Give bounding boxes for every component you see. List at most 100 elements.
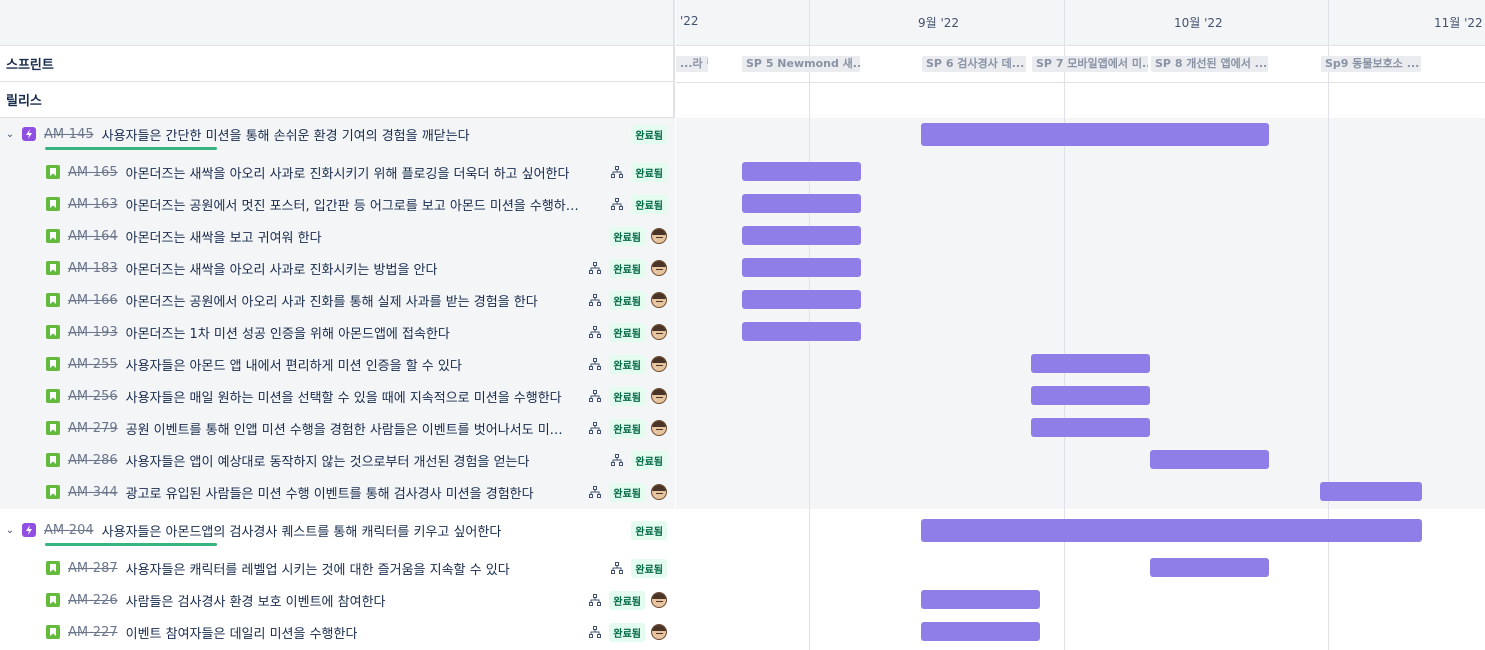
status-badge[interactable]: 완료됨 — [631, 450, 667, 470]
status-badge[interactable]: 완료됨 — [631, 520, 667, 540]
child-issues-icon[interactable] — [587, 356, 603, 372]
status-badge[interactable]: 완료됨 — [631, 194, 667, 214]
story-summary[interactable]: 사용자들은 앱이 예상대로 동작하지 않는 것으로부터 개선된 경험을 얻는다 — [126, 451, 530, 470]
epic-summary[interactable]: 사용자들은 아몬드앱의 검사경사 퀘스트를 통해 캐릭터를 키우고 싶어한다 — [102, 521, 502, 540]
sprint-chip-9[interactable]: Sp9 동물보호소 ... — [1321, 56, 1421, 72]
status-badge[interactable]: 완료됨 — [609, 482, 645, 502]
story-summary[interactable]: 사용자들은 캐릭터를 레벨업 시키는 것에 대한 즐거움을 지속할 수 있다 — [126, 559, 510, 578]
sprint-chip-6[interactable]: SP 6 검사경사 데... — [922, 56, 1026, 72]
sprint-chip-7[interactable]: SP 7 모바일앱에서 미... — [1032, 56, 1148, 72]
story-key[interactable]: AM-286 — [68, 453, 118, 468]
assignee-avatar[interactable] — [651, 324, 667, 340]
child-issues-icon[interactable] — [587, 592, 603, 608]
assignee-avatar[interactable] — [651, 420, 667, 436]
child-issues-icon[interactable] — [609, 196, 625, 212]
epic-key[interactable]: AM-204 — [44, 523, 94, 538]
story-timeline-bar[interactable] — [1031, 354, 1150, 373]
story-key[interactable]: AM-287 — [68, 561, 118, 576]
status-badge[interactable]: 완료됨 — [609, 622, 645, 642]
story-key[interactable]: AM-165 — [68, 165, 118, 180]
epic-timeline-bar[interactable] — [921, 519, 1422, 542]
child-issues-icon[interactable] — [587, 388, 603, 404]
story-timeline-bar[interactable] — [742, 290, 861, 309]
epic-row[interactable]: ⌄ AM-145 사용자들은 간단한 미션을 통해 손쉬운 환경 기여의 경험을 깨… — [0, 118, 675, 150]
story-timeline-bar[interactable] — [742, 258, 861, 277]
story-timeline-bar[interactable] — [1150, 450, 1269, 469]
epic-timeline-bar[interactable] — [921, 123, 1269, 146]
status-badge[interactable]: 완료됨 — [609, 322, 645, 342]
story-key[interactable]: AM-226 — [68, 593, 118, 608]
status-badge[interactable]: 완료됨 — [609, 590, 645, 610]
story-summary[interactable]: 사용자들은 아몬드 앱 내에서 편리하게 미션 인증을 할 수 있다 — [126, 355, 462, 374]
story-key[interactable]: AM-183 — [68, 261, 118, 276]
story-timeline-bar[interactable] — [742, 162, 861, 181]
story-key[interactable]: AM-163 — [68, 197, 118, 212]
story-row[interactable]: AM-193 아몬더즈는 1차 미션 성공 인증을 위해 아몬드앱에 접속한다 완료… — [0, 316, 675, 348]
assignee-avatar[interactable] — [651, 228, 667, 244]
story-summary[interactable]: 아몬더즈는 새싹을 보고 귀여워 한다 — [126, 227, 322, 246]
status-badge[interactable]: 완료됨 — [609, 226, 645, 246]
story-row[interactable]: AM-163 아몬더즈는 공원에서 멋진 포스터, 입간판 등 어그로를 보고 아… — [0, 188, 675, 220]
story-key[interactable]: AM-166 — [68, 293, 118, 308]
story-key[interactable]: AM-256 — [68, 389, 118, 404]
assignee-avatar[interactable] — [651, 592, 667, 608]
story-key[interactable]: AM-255 — [68, 357, 118, 372]
story-row[interactable]: AM-279 공원 이벤트를 통해 인앱 미션 수행을 경험한 사람들은 이벤트를… — [0, 412, 675, 444]
child-issues-icon[interactable] — [587, 624, 603, 640]
story-timeline-bar[interactable] — [742, 226, 861, 245]
story-row[interactable]: AM-226 사람들은 검사경사 환경 보호 이벤트에 참여한다 완료됨 — [0, 584, 675, 616]
story-timeline-bar[interactable] — [742, 194, 861, 213]
story-row[interactable]: AM-287 사용자들은 캐릭터를 레벨업 시키는 것에 대한 즐거움을 지속할 … — [0, 552, 675, 584]
story-row[interactable]: AM-344 광고로 유입된 사람들은 미션 수행 이벤트를 통해 검사경사 미션… — [0, 476, 675, 508]
story-row[interactable]: AM-227 이벤트 참여자들은 데일리 미션을 수행한다 완료됨 — [0, 616, 675, 648]
story-timeline-bar[interactable] — [1150, 558, 1269, 577]
epic-summary[interactable]: 사용자들은 간단한 미션을 통해 손쉬운 환경 기여의 경험을 깨닫는다 — [102, 125, 470, 144]
timeline-pane[interactable]: '22 9월 '22 10월 '22 11월 '22 ...라 링... SP … — [676, 0, 1485, 650]
story-row[interactable]: AM-166 아몬더즈는 공원에서 아오리 사과 진화를 통해 실제 사과를 받는… — [0, 284, 675, 316]
chevron-down-icon[interactable]: ⌄ — [4, 128, 16, 140]
assignee-avatar[interactable] — [651, 484, 667, 500]
status-badge[interactable]: 완료됨 — [631, 124, 667, 144]
story-row[interactable]: AM-256 사용자들은 매일 원하는 미션을 선택할 수 있을 때에 지속적으로… — [0, 380, 675, 412]
story-timeline-bar[interactable] — [742, 322, 861, 341]
story-timeline-bar[interactable] — [921, 590, 1040, 609]
status-badge[interactable]: 완료됨 — [609, 354, 645, 374]
epic-row[interactable]: ⌄ AM-204 사용자들은 아몬드앱의 검사경사 퀘스트를 통해 캐릭터를 키우고… — [0, 514, 675, 546]
story-summary[interactable]: 아몬더즈는 공원에서 아오리 사과 진화를 통해 실제 사과를 받는 경험을 한… — [126, 291, 538, 310]
child-issues-icon[interactable] — [609, 164, 625, 180]
story-row[interactable]: AM-165 아몬더즈는 새싹을 아오리 사과로 진화시키기 위해 플로깅을 더욱… — [0, 156, 675, 188]
story-summary[interactable]: 아몬더즈는 새싹을 아오리 사과로 진화시키는 방법을 안다 — [126, 259, 438, 278]
assignee-avatar[interactable] — [651, 388, 667, 404]
child-issues-icon[interactable] — [587, 420, 603, 436]
story-key[interactable]: AM-279 — [68, 421, 118, 436]
child-issues-icon[interactable] — [587, 292, 603, 308]
story-timeline-bar[interactable] — [1320, 482, 1422, 501]
status-badge[interactable]: 완료됨 — [609, 258, 645, 278]
story-key[interactable]: AM-227 — [68, 625, 118, 640]
child-issues-icon[interactable] — [587, 484, 603, 500]
sprint-chip-5[interactable]: SP 5 Newmond 새... — [742, 56, 860, 72]
story-summary[interactable]: 이벤트 참여자들은 데일리 미션을 수행한다 — [126, 623, 358, 642]
assignee-avatar[interactable] — [651, 260, 667, 276]
story-timeline-bar[interactable] — [1031, 386, 1150, 405]
story-row[interactable]: AM-164 아몬더즈는 새싹을 보고 귀여워 한다 완료됨 — [0, 220, 675, 252]
status-badge[interactable]: 완료됨 — [609, 418, 645, 438]
story-summary[interactable]: 사람들은 검사경사 환경 보호 이벤트에 참여한다 — [126, 591, 386, 610]
story-summary[interactable]: 아몬더즈는 새싹을 아오리 사과로 진화시키기 위해 플로깅을 더욱더 하고 싶… — [126, 163, 570, 182]
sprint-chip-4[interactable]: ...라 링... — [676, 56, 708, 72]
story-summary[interactable]: 공원 이벤트를 통해 인앱 미션 수행을 경험한 사람들은 이벤트를 벗어나서도… — [126, 419, 569, 438]
story-summary[interactable]: 아몬더즈는 공원에서 멋진 포스터, 입간판 등 어그로를 보고 아몬드 미션을… — [126, 195, 591, 214]
status-badge[interactable]: 완료됨 — [609, 290, 645, 310]
story-key[interactable]: AM-344 — [68, 485, 118, 500]
assignee-avatar[interactable] — [651, 292, 667, 308]
story-summary[interactable]: 아몬더즈는 1차 미션 성공 인증을 위해 아몬드앱에 접속한다 — [126, 323, 450, 342]
story-timeline-bar[interactable] — [1031, 418, 1150, 437]
assignee-avatar[interactable] — [651, 356, 667, 372]
status-badge[interactable]: 완료됨 — [631, 162, 667, 182]
sprint-chip-8[interactable]: SP 8 개선된 앱에서 ... — [1151, 56, 1268, 72]
epic-key[interactable]: AM-145 — [44, 127, 94, 142]
status-badge[interactable]: 완료됨 — [609, 386, 645, 406]
child-issues-icon[interactable] — [609, 560, 625, 576]
child-issues-icon[interactable] — [587, 260, 603, 276]
child-issues-icon[interactable] — [609, 452, 625, 468]
